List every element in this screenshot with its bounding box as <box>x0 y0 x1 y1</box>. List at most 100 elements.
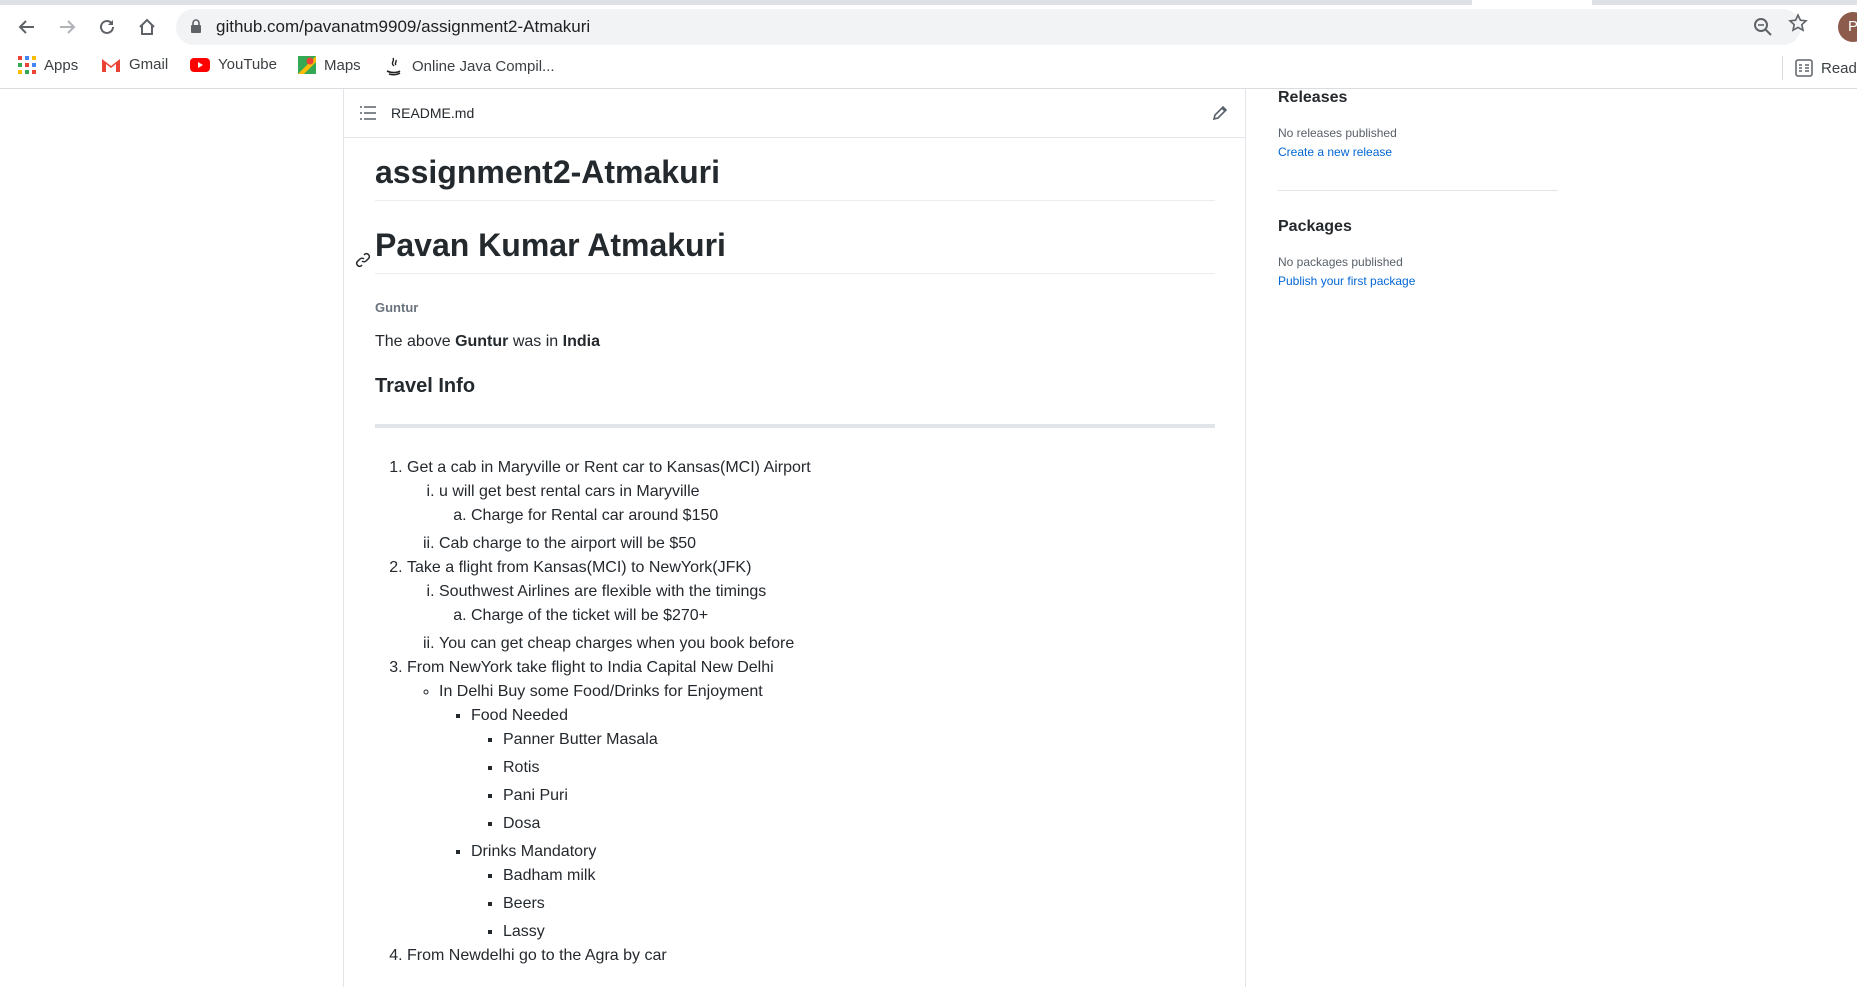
list-item: Food Needed Panner Butter Masala Rotis P… <box>471 704 1215 836</box>
bookmark-label: Maps <box>324 56 361 74</box>
list-item: Take a flight from Kansas(MCI) to NewYor… <box>407 556 1215 656</box>
gmail-icon <box>101 57 121 73</box>
list-item: Drinks Mandatory Badham milk Beers Lassy <box>471 840 1215 944</box>
list-item-text: Cab charge to the airport will be $50 <box>439 535 697 552</box>
bookmark-label: Apps <box>44 56 79 74</box>
list-item-text: Southwest Airlines are flexible with the… <box>439 583 767 600</box>
maps-icon <box>298 56 316 74</box>
list-item-text: Charge of the ticket will be $270+ <box>471 607 709 624</box>
list-item: From NewYork take flight to India Capita… <box>407 656 1215 944</box>
bookmark-youtube[interactable]: YouTube <box>190 56 277 73</box>
youtube-icon <box>190 57 210 72</box>
list-item: Charge for Rental car around $150 <box>471 504 1215 528</box>
list-item: Charge of the ticket will be $270+ <box>471 604 1215 628</box>
edit-pencil-icon[interactable] <box>1212 105 1228 126</box>
list-item-text: Drinks Mandatory <box>471 843 597 860</box>
intro-paragraph: The above Guntur was in India <box>375 333 1215 351</box>
active-tab-edge[interactable] <box>1472 0 1592 5</box>
list-item-text: From Newdelhi go to the Agra by car <box>407 947 667 964</box>
bookmark-label: Online Java Compil... <box>412 57 555 75</box>
url-text[interactable]: github.com/pavanatm9909/assignment2-Atma… <box>216 17 590 37</box>
list-item-text: Lassy <box>503 923 545 940</box>
bookmark-gmail[interactable]: Gmail <box>101 56 168 73</box>
drinks-list: Badham milk Beers Lassy <box>471 864 1215 944</box>
bookmark-maps[interactable]: Maps <box>298 56 361 74</box>
sub-list: u will get best rental cars in Maryville… <box>407 480 1215 556</box>
list-item-text: Charge for Rental car around $150 <box>471 507 719 524</box>
reload-button[interactable] <box>92 12 122 42</box>
name-heading-text: Pavan Kumar Atmakuri <box>375 227 726 263</box>
list-item: Cab charge to the airport will be $50 <box>439 532 1215 556</box>
create-release-link[interactable]: Create a new release <box>1278 145 1558 159</box>
sub-list: Food Needed Panner Butter Masala Rotis P… <box>439 704 1215 944</box>
home-icon <box>139 18 155 35</box>
sub-list: Charge of the ticket will be $270+ <box>439 604 1215 628</box>
list-item-text: u will get best rental cars in Maryville <box>439 483 700 500</box>
packages-heading[interactable]: Packages <box>1278 218 1558 236</box>
text-pre: The above <box>375 333 456 350</box>
list-item-text: In Delhi Buy some Food/Drinks for Enjoym… <box>439 683 763 700</box>
list-item-text: You can get cheap charges when you book … <box>439 635 795 652</box>
reading-list-button[interactable]: Read <box>1782 56 1857 80</box>
sub-list: In Delhi Buy some Food/Drinks for Enjoym… <box>407 680 1215 944</box>
list-item: Dosa <box>503 812 1215 836</box>
list-item: Beers <box>503 892 1215 916</box>
list-item-text: Beers <box>503 895 545 912</box>
home-button[interactable] <box>132 12 162 42</box>
back-arrow-icon <box>18 20 34 34</box>
bookmark-apps[interactable]: Apps <box>18 56 78 74</box>
list-item-text: Rotis <box>503 759 540 776</box>
java-icon <box>384 56 404 76</box>
list-item-text: Food Needed <box>471 707 568 724</box>
packages-status: No packages published <box>1278 255 1403 269</box>
browser-chrome: github.com/pavanatm9909/assignment2-Atma… <box>0 0 1857 89</box>
bookmark-label: Gmail <box>129 56 169 73</box>
reading-list-icon <box>1795 59 1813 77</box>
search-zoom-icon[interactable] <box>1753 17 1773 42</box>
travel-info-heading: Travel Info <box>375 375 476 397</box>
link-anchor-icon[interactable] <box>355 237 371 277</box>
list-item: You can get cheap charges when you book … <box>439 632 1215 656</box>
forward-button[interactable] <box>52 12 82 42</box>
list-item: Rotis <box>503 756 1215 780</box>
bold-guntur: Guntur <box>455 333 509 350</box>
list-item-text: Take a flight from Kansas(MCI) to NewYor… <box>407 559 752 576</box>
list-item: u will get best rental cars in Maryville… <box>439 480 1215 528</box>
bold-india: India <box>562 333 600 350</box>
apps-grid-icon <box>18 56 36 74</box>
reload-icon <box>100 19 114 34</box>
forward-arrow-icon <box>60 20 76 34</box>
list-item: Lassy <box>503 920 1215 944</box>
horizontal-rule <box>375 424 1215 428</box>
readme-container: README.md assignment2-Atmakuri Pavan Kum… <box>343 89 1246 987</box>
food-list: Panner Butter Masala Rotis Pani Puri Dos… <box>471 728 1215 836</box>
back-button[interactable] <box>12 12 42 42</box>
sub-list: Southwest Airlines are flexible with the… <box>407 580 1215 656</box>
list-item-text: Panner Butter Masala <box>503 731 658 748</box>
text-mid: was in <box>508 333 563 350</box>
travel-steps-list: Get a cab in Maryville or Rent car to Ka… <box>375 456 1215 968</box>
releases-status: No releases published <box>1278 126 1397 140</box>
list-item-text: Badham milk <box>503 867 596 884</box>
readme-title: assignment2-Atmakuri <box>375 152 1215 201</box>
readme-header: README.md <box>344 89 1245 138</box>
bookmark-java[interactable]: Online Java Compil... <box>384 56 555 76</box>
guntur-heading: Guntur <box>375 300 419 315</box>
repo-sidebar: Releases No releases published Create a … <box>1278 89 1558 288</box>
profile-avatar[interactable]: P <box>1838 12 1857 42</box>
list-item-text: Get a cab in Maryville or Rent car to Ka… <box>407 459 811 476</box>
bookmarks-bar: Apps Gmail YouTube Maps Online Java Comp… <box>0 52 1857 82</box>
bookmark-star-icon[interactable] <box>1788 13 1808 38</box>
name-heading: Pavan Kumar Atmakuri <box>355 225 1215 274</box>
table-of-contents-icon[interactable] <box>360 106 376 125</box>
list-item-text: From NewYork take flight to India Capita… <box>407 659 774 676</box>
sub-list: Charge for Rental car around $150 <box>439 504 1215 528</box>
divider <box>1278 190 1558 191</box>
list-item-text: Dosa <box>503 815 541 832</box>
list-item: Badham milk <box>503 864 1215 888</box>
publish-package-link[interactable]: Publish your first package <box>1278 274 1558 288</box>
reading-list-label: Read <box>1821 59 1857 77</box>
tab-strip <box>0 0 1857 5</box>
address-bar[interactable]: github.com/pavanatm9909/assignment2-Atma… <box>176 9 1801 45</box>
releases-heading[interactable]: Releases <box>1278 89 1558 107</box>
